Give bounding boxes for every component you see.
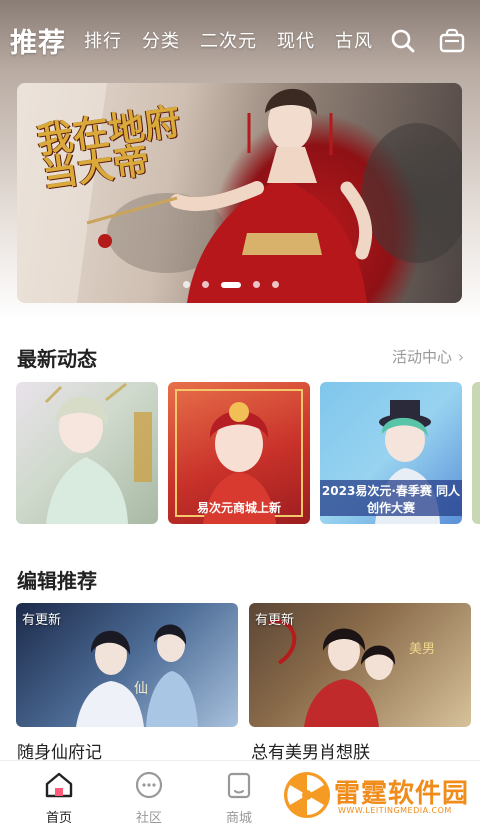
watermark-logo-icon [284,772,330,818]
carousel-dot[interactable] [202,281,209,288]
chevron-right-icon: › [458,348,464,366]
news-card[interactable]: 2023易次元·春季赛 同人创作大赛 [320,382,462,524]
carousel-dot[interactable] [253,281,260,288]
news-card-artwork [44,382,152,524]
tabbar-community-label: 社区 [135,811,162,823]
carousel-indicator [183,281,291,288]
latest-news-list: 易次元商城上新 2023易次元·春季赛 同人创作大赛 [16,382,480,526]
update-badge: 有更新 [22,613,62,628]
watermark-text: 雷霆软件园 [334,779,470,809]
tab-recommend[interactable]: 推荐 [10,21,66,60]
carousel-dot-active[interactable] [221,281,241,288]
tabbar-store[interactable]: 商城 [209,771,269,823]
community-icon [135,771,163,799]
carousel-dot[interactable] [183,281,190,288]
top-nav: 推荐 排行 分类 二次元 现代 古风 [0,0,480,80]
activity-center-link[interactable]: 活动中心 › [392,346,464,367]
tab-anime[interactable]: 二次元 [200,27,257,53]
recommend-card[interactable]: 美男 有更新 [249,603,471,727]
tab-ranking[interactable]: 排行 [84,27,122,53]
watermark-url: WWW.LEITINGMEDIA.COM [338,806,452,815]
svg-text:美男: 美男 [409,642,435,657]
svg-text:仙: 仙 [134,681,148,697]
news-card-caption: 2023易次元·春季赛 同人创作大赛 [321,484,461,515]
news-card-partial[interactable] [472,382,480,524]
search-icon[interactable] [389,27,417,55]
shopping-bag-icon[interactable] [438,27,466,55]
tabbar-store-label: 商城 [225,811,252,823]
recommend-card[interactable]: 仙 有更新 [16,603,238,727]
update-badge: 有更新 [255,613,295,628]
editor-section-title: 编辑推荐 [17,569,97,593]
tab-modern[interactable]: 现代 [277,27,315,53]
tabbar-community[interactable]: 社区 [119,771,179,823]
activity-center-label: 活动中心 [391,348,452,366]
store-icon [227,772,251,799]
news-card-caption: 易次元商城上新 [196,501,281,515]
news-card[interactable]: 易次元商城上新 [168,382,310,524]
news-card[interactable] [16,382,158,524]
watermark: 雷霆软件园 WWW.LEITINGMEDIA.COM [282,770,480,823]
carousel-dot[interactable] [272,281,279,288]
tabbar-home[interactable]: 首页 [29,771,89,823]
tabbar-home-label: 首页 [45,811,72,823]
home-icon [45,772,73,798]
tab-ancient[interactable]: 古风 [335,27,373,53]
tab-category[interactable]: 分类 [142,27,180,53]
latest-section-title: 最新动态 [17,347,97,371]
banner-carousel[interactable]: 我在地府当大帝 [17,83,462,303]
